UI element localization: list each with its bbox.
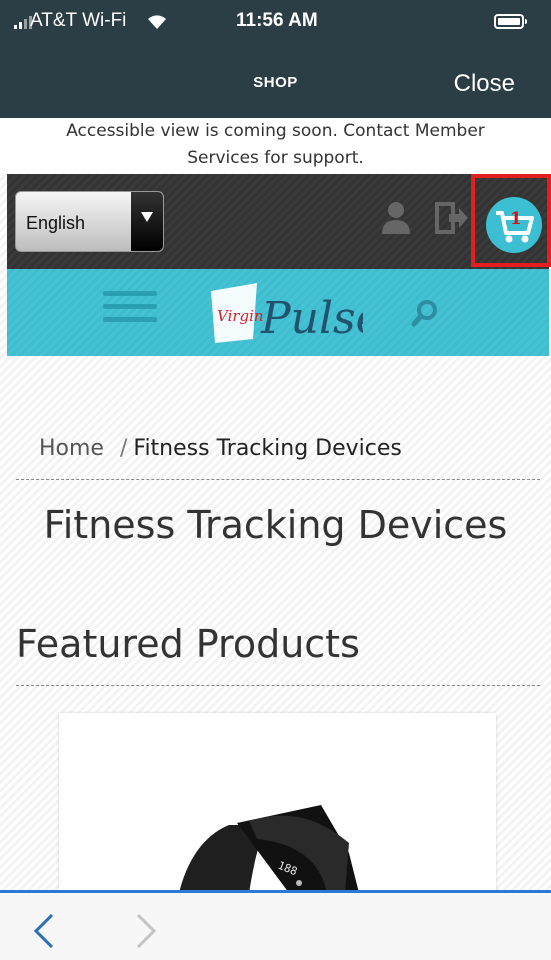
dropdown-arrow-icon [131,192,163,251]
close-button[interactable]: Close [454,70,515,98]
menu-icon[interactable] [103,291,157,333]
brand-bar: Virgin Pulse [7,269,549,356]
notice-line-1: Accessible view is coming soon. Contact … [66,121,485,141]
language-value: English [26,213,86,233]
breadcrumb-home[interactable]: Home [39,436,104,461]
language-select[interactable]: English [15,191,164,252]
cart-highlight[interactable]: 1 [471,174,551,267]
back-icon[interactable] [30,911,58,951]
logo-virgin-text: Virgin [217,307,264,325]
utility-bar: English 1 [7,174,551,269]
logo-pulse-text: Pulse [260,293,363,344]
cart-button[interactable]: 1 [486,197,542,253]
status-bar: AT&T Wi-Fi 11:56 AM [0,0,551,44]
browser-toolbar [0,890,551,960]
carrier-label: AT&T Wi-Fi [30,10,127,31]
notice-line-2: Services for support. [187,148,364,168]
battery-icon [494,14,527,29]
forward-icon[interactable] [132,911,160,951]
virgin-pulse-logo[interactable]: Virgin Pulse [203,277,382,349]
logout-icon[interactable] [435,200,469,236]
cart-count-badge: 1 [510,209,522,229]
product-card[interactable]: 188 [59,713,496,893]
nav-bar: SHOP Close [0,44,551,118]
divider [16,479,540,480]
section-title: Featured Products [16,622,360,666]
status-time: 11:56 AM [236,10,318,31]
search-icon[interactable] [411,299,439,327]
user-icon[interactable] [381,200,411,236]
page-title: Fitness Tracking Devices [43,503,508,547]
divider [16,685,540,686]
breadcrumb: Home / Fitness Tracking Devices [39,436,402,461]
accessibility-notice: Accessible view is coming soon. Contact … [0,118,551,174]
logo-graphic: Virgin Pulse [211,283,382,344]
breadcrumb-current: Fitness Tracking Devices [133,436,402,461]
product-image: 188 [179,805,359,893]
breadcrumb-separator: / [119,436,128,461]
wifi-icon [148,15,166,29]
